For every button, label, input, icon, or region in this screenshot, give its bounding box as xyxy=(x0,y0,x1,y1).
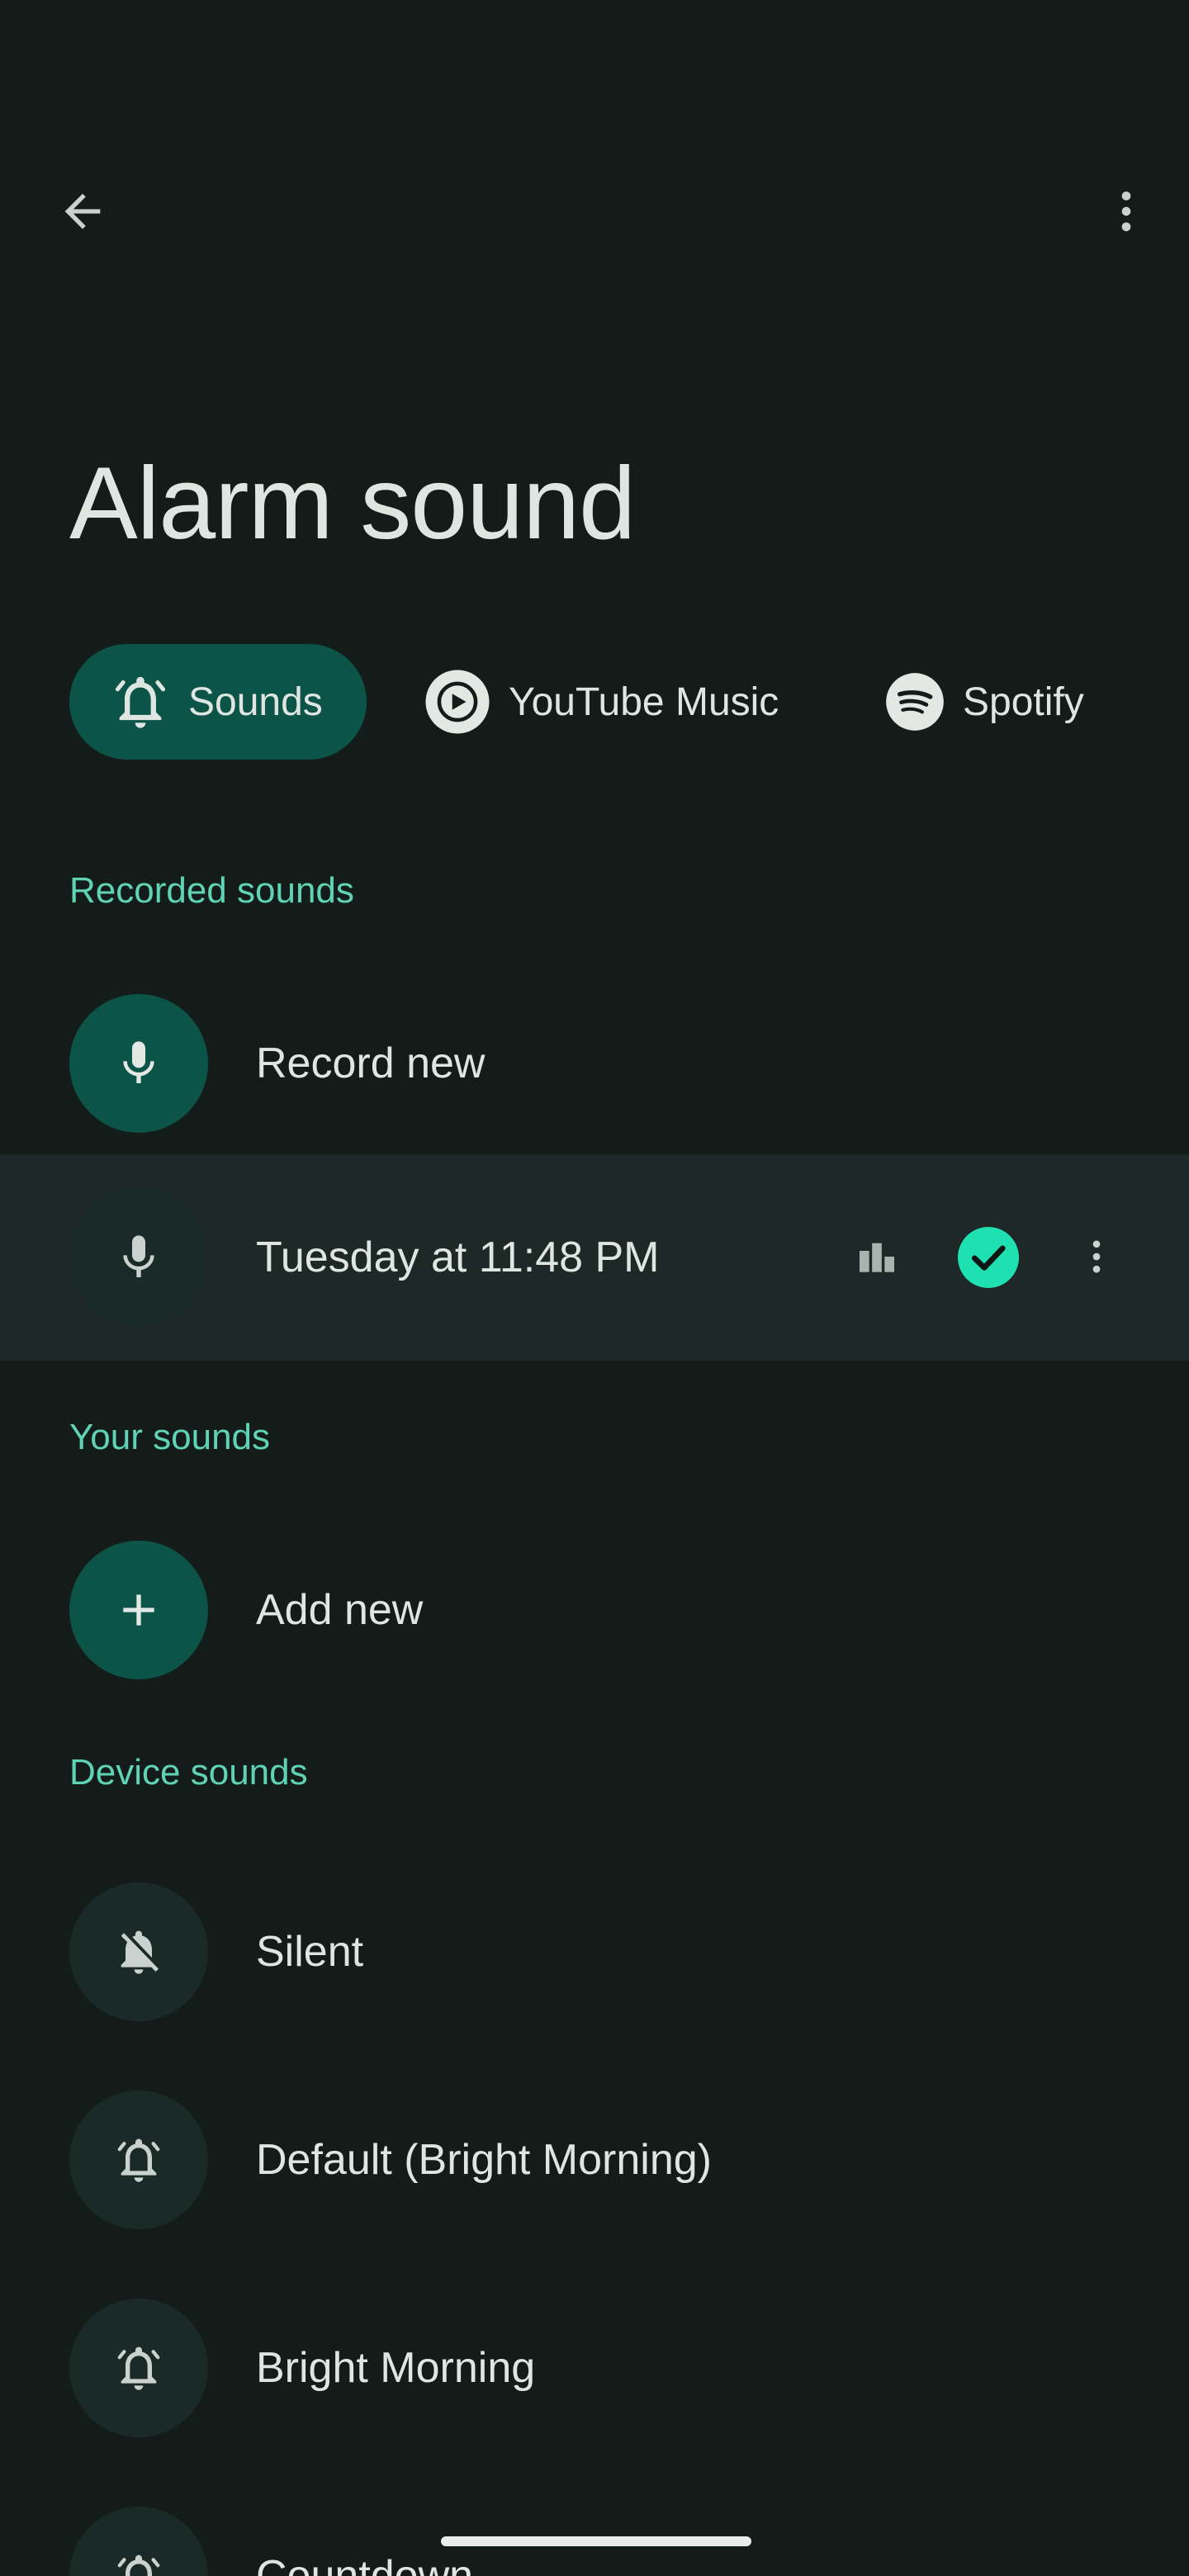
recorded-item-label: Tuesday at 11:48 PM xyxy=(256,1234,660,1281)
record-new-row[interactable]: Record new xyxy=(0,973,1189,1154)
mic-icon xyxy=(123,1235,154,1277)
section-header-recorded: Recorded sounds xyxy=(69,870,354,911)
arrow-back-icon xyxy=(64,193,101,230)
alarm-bell-icon xyxy=(115,676,166,728)
device-sound-label: Countdown xyxy=(256,2552,474,2576)
device-sound-avatar xyxy=(69,2507,208,2576)
playing-equalizer-icon xyxy=(847,1214,907,1300)
recorded-item-avatar xyxy=(69,1188,208,1327)
page-title: Alarm sound xyxy=(69,447,636,561)
device-sound-avatar xyxy=(69,2091,208,2229)
add-new-avatar xyxy=(69,1541,208,1679)
plus-icon xyxy=(123,1594,154,1626)
device-sound-row[interactable]: Default (Bright Morning) xyxy=(0,2069,1189,2251)
device-sound-label: Bright Morning xyxy=(256,2344,536,2392)
add-new-row[interactable]: Add new xyxy=(0,1519,1189,1701)
alarm-bell-icon xyxy=(117,2138,160,2182)
tab-youtube-music-label: YouTube Music xyxy=(509,680,779,724)
bell-off-icon xyxy=(121,1930,159,1974)
home-indicator[interactable] xyxy=(441,2536,751,2546)
more-options-button[interactable] xyxy=(1080,165,1172,258)
selected-check-icon xyxy=(958,1227,1019,1288)
sound-source-tabs: Sounds YouTube Music Spotify xyxy=(69,644,1189,760)
tab-spotify[interactable]: Spotify xyxy=(883,644,1189,760)
back-button[interactable] xyxy=(36,165,129,258)
record-new-label: Record new xyxy=(256,1039,486,1087)
device-sound-avatar xyxy=(69,2299,208,2437)
recorded-item-more-button[interactable] xyxy=(1067,1214,1126,1300)
device-sound-label: Silent xyxy=(256,1928,364,1976)
tab-spotify-label: Spotify xyxy=(963,680,1084,724)
alarm-sound-screen: Alarm sound Sounds YouTube Music Spotify… xyxy=(0,0,1189,2576)
youtube-music-icon xyxy=(425,670,490,734)
device-sound-row[interactable]: Bright Morning xyxy=(0,2277,1189,2459)
tab-sounds-label: Sounds xyxy=(188,680,323,724)
tab-youtube-music[interactable]: YouTube Music xyxy=(423,644,811,760)
more-vert-icon xyxy=(1092,1240,1101,1273)
device-sound-avatar xyxy=(69,1882,208,2021)
more-vert-icon xyxy=(1121,192,1131,231)
spotify-icon xyxy=(886,673,944,731)
record-new-avatar xyxy=(69,994,208,1133)
device-sound-label: Default (Bright Morning) xyxy=(256,2136,712,2184)
recorded-item-row[interactable]: Tuesday at 11:48 PM xyxy=(0,1154,1189,1361)
section-header-device-sounds: Device sounds xyxy=(69,1752,308,1792)
alarm-bell-icon xyxy=(117,2346,160,2390)
device-sound-row[interactable]: Countdown xyxy=(0,2485,1189,2576)
device-sound-row[interactable]: Silent xyxy=(0,1861,1189,2043)
mic-icon xyxy=(123,1041,154,1083)
tab-sounds[interactable]: Sounds xyxy=(69,644,367,760)
add-new-label: Add new xyxy=(256,1586,424,1634)
section-header-your-sounds: Your sounds xyxy=(69,1417,271,1457)
alarm-bell-icon xyxy=(117,2555,160,2576)
